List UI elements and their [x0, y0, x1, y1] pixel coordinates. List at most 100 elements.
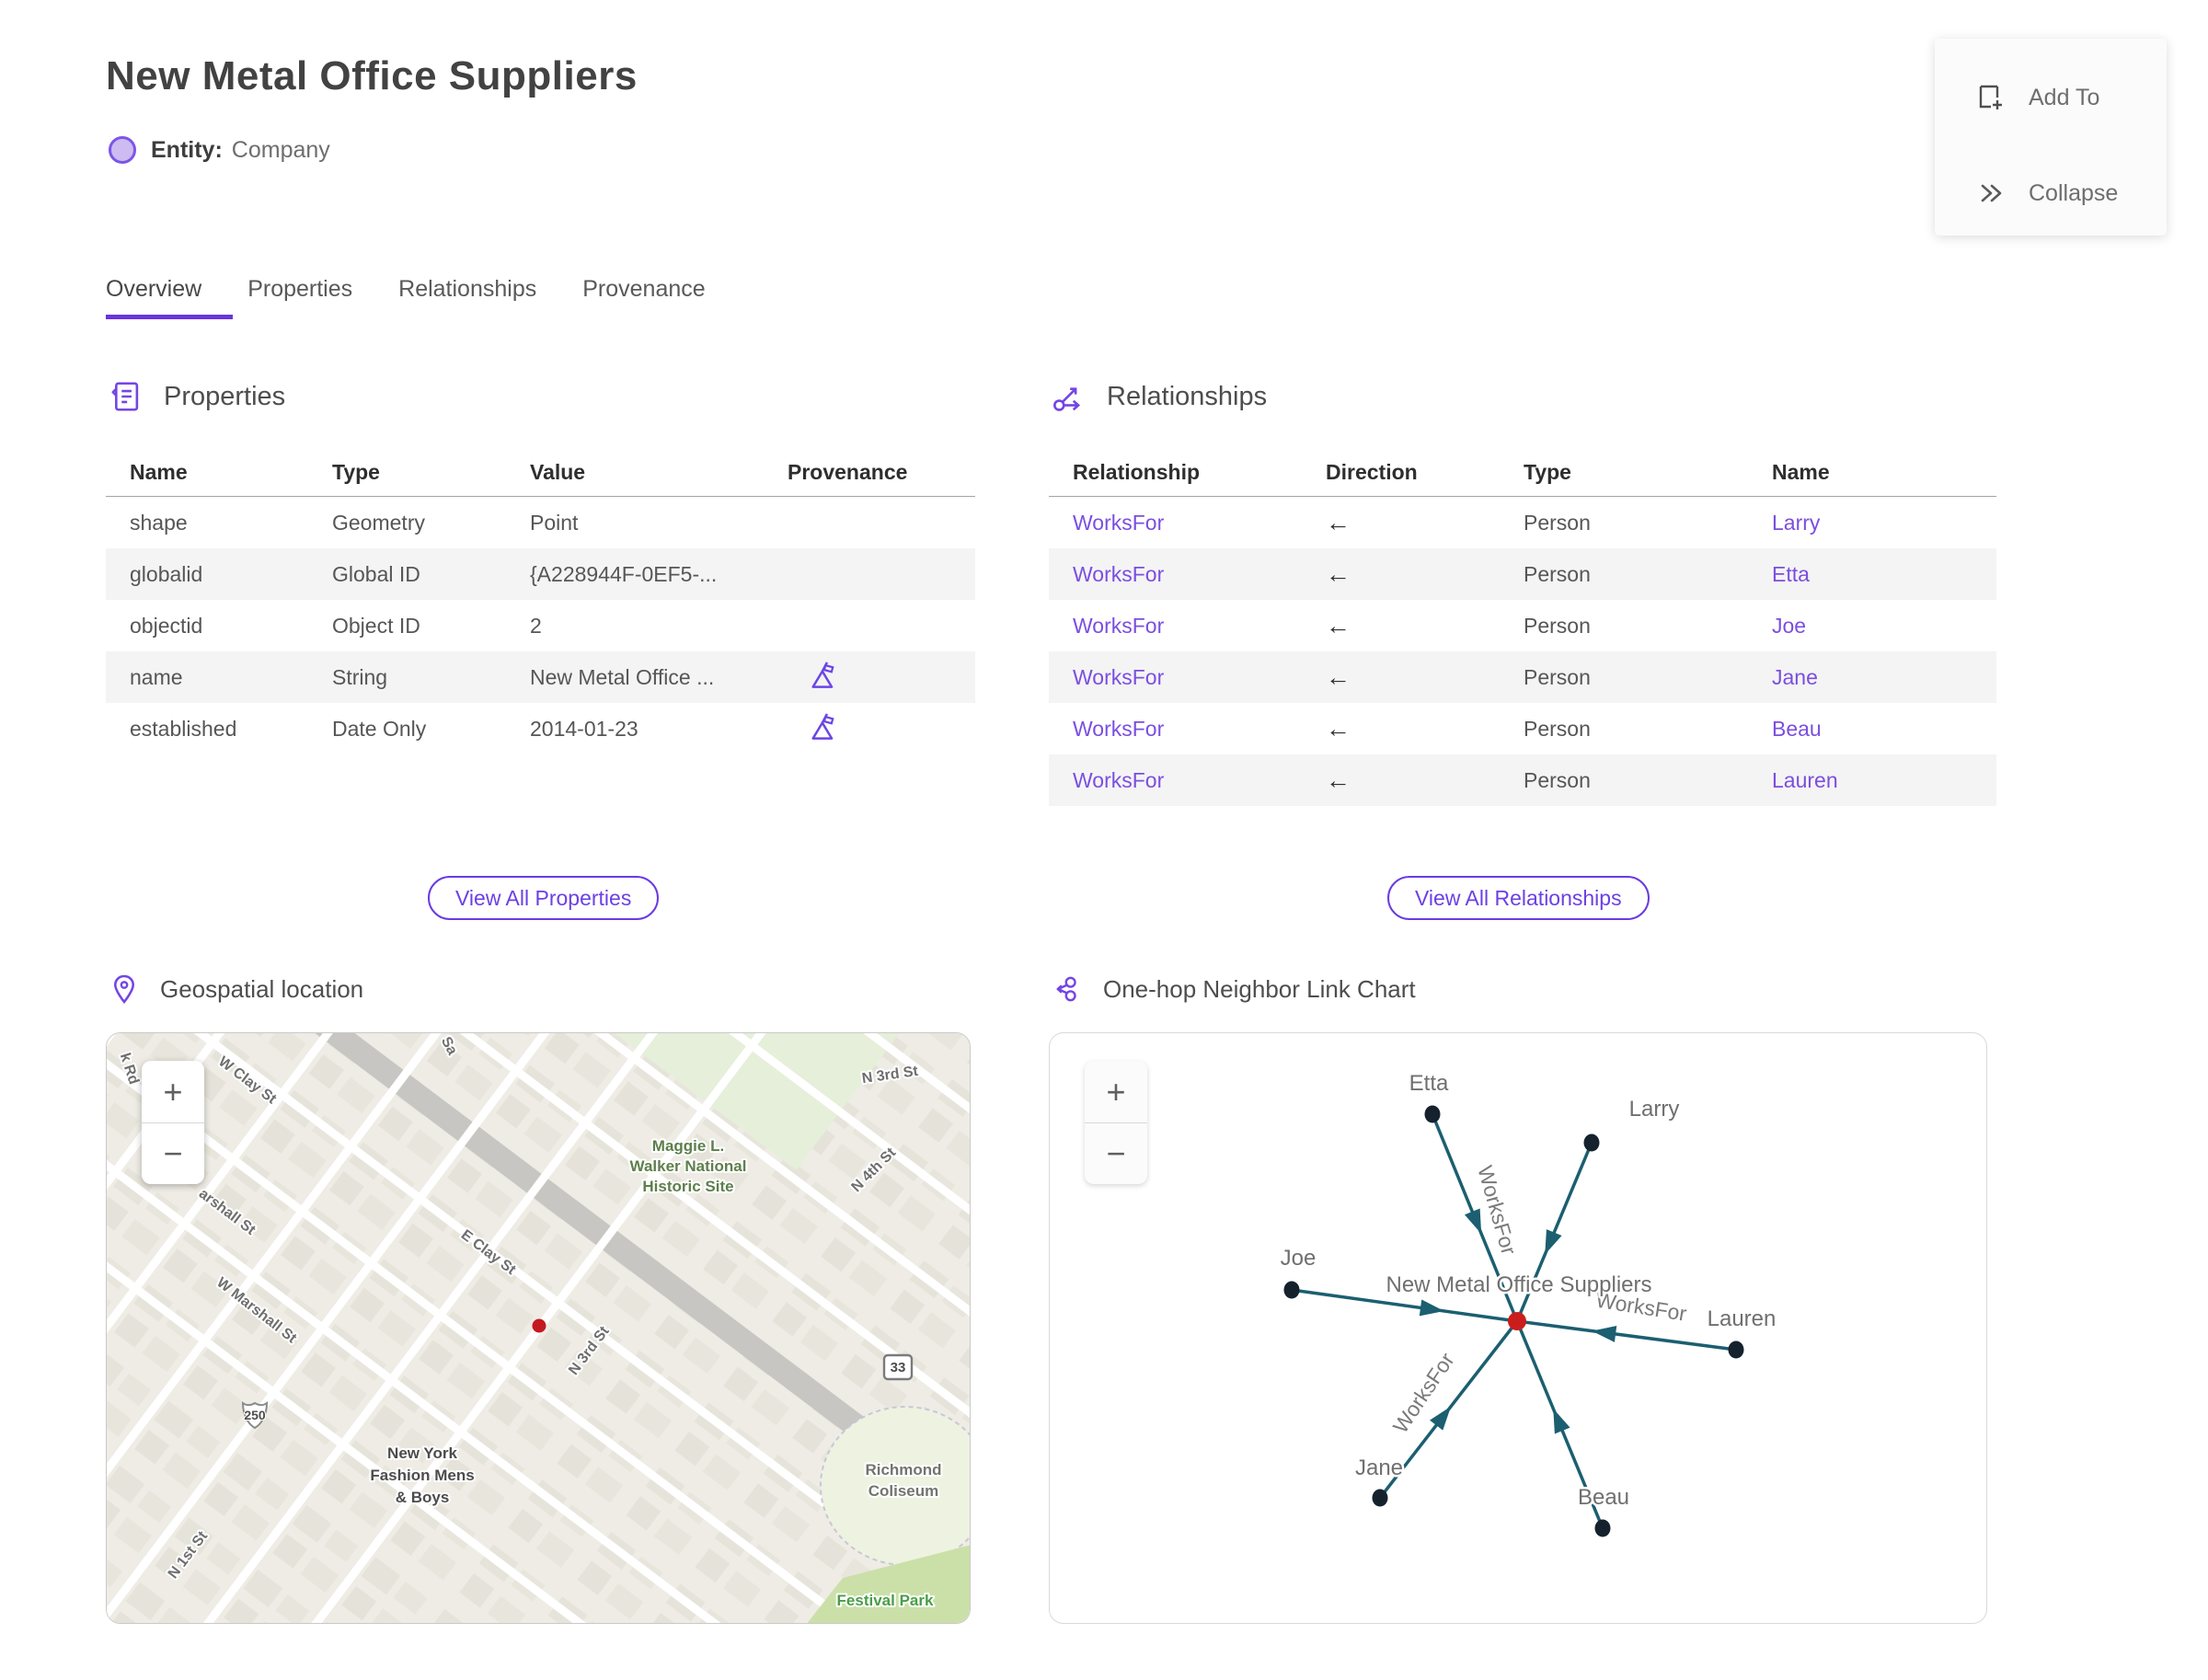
node-label-jane: Jane — [1355, 1456, 1403, 1480]
linkchart-zoom-in-button[interactable]: + — [1085, 1061, 1147, 1122]
property-name: globalid — [130, 561, 203, 586]
direction-arrow: ← — [1326, 508, 1351, 536]
direction-arrow: ← — [1326, 662, 1351, 691]
col-relationship: Relationship — [1073, 460, 1201, 484]
property-value: {A228944F-0EF5-... — [530, 561, 718, 586]
related-entity-link[interactable]: Joe — [1772, 614, 1806, 638]
tab-properties[interactable]: Properties — [247, 276, 352, 319]
svg-text:33: 33 — [891, 1360, 906, 1375]
properties-table-body: shape Geometry Point globalid Global ID {A228… — [106, 497, 975, 754]
chevrons-right-icon — [1981, 184, 2002, 202]
collapse-label: Collapse — [2029, 179, 2119, 206]
node-label-joe: Joe — [1281, 1246, 1317, 1271]
linkchart-panel: WorksFor WorksFor WorksFor Etta Larry Joe Jane… — [1049, 1032, 1987, 1624]
edge-arrowhead — [1545, 1229, 1562, 1255]
col-provenance: Provenance — [788, 460, 908, 484]
related-entity-type: Person — [1524, 561, 1591, 586]
entity-type-value: Company — [231, 136, 330, 163]
relationships-table: Relationship Direction Type Name WorksFo… — [1049, 449, 1996, 806]
tab-overview[interactable]: Overview — [106, 276, 234, 319]
node-etta[interactable] — [1424, 1105, 1441, 1123]
property-type: Geometry — [332, 510, 425, 535]
svg-text:Coliseum: Coliseum — [868, 1482, 939, 1500]
relationships-icon — [1053, 387, 1081, 411]
related-entity-link[interactable]: Beau — [1772, 717, 1822, 741]
geospatial-section-title: Geospatial location — [160, 974, 364, 1003]
relationship-link[interactable]: WorksFor — [1073, 768, 1164, 792]
edge-label: WorksFor — [1473, 1163, 1521, 1258]
node-jane[interactable] — [1372, 1489, 1388, 1507]
relationship-link[interactable]: WorksFor — [1073, 665, 1164, 689]
related-entity-link[interactable]: Jane — [1772, 665, 1818, 689]
property-provenance — [764, 659, 975, 696]
properties-section-title: Properties — [164, 381, 286, 411]
related-entity-type: Person — [1524, 767, 1591, 792]
related-entity-link[interactable]: Lauren — [1772, 768, 1838, 792]
relationship-row: WorksFor ← Person Lauren — [1049, 754, 1996, 806]
direction-arrow: ← — [1326, 611, 1351, 639]
property-value: New Metal Office ... — [530, 664, 715, 689]
relationships-section-header: Relationships — [1052, 379, 1267, 414]
provenance-flag-icon[interactable] — [810, 710, 837, 742]
provenance-flag-icon[interactable] — [810, 659, 837, 690]
properties-table-header: Name Type Value Provenance — [106, 449, 975, 497]
route-shield-33: 33 — [882, 1353, 914, 1381]
relationship-link[interactable]: WorksFor — [1073, 717, 1164, 741]
node-label-larry: Larry — [1629, 1097, 1680, 1122]
entity-detail-page: New Metal Office Suppliers Entity: Compa… — [0, 0, 2208, 1680]
related-entity-link[interactable]: Etta — [1772, 562, 1810, 586]
map-panel: 250 33 k Rd W Clay St Sa arshall St W Ma… — [106, 1032, 971, 1624]
map-zoom-out-button[interactable]: − — [142, 1122, 204, 1184]
linkchart-zoom-out-button[interactable]: − — [1085, 1122, 1147, 1184]
actions-card: Add To Collapse — [1935, 39, 2167, 236]
page-title: New Metal Office Suppliers — [106, 53, 638, 98]
property-name: name — [130, 664, 183, 689]
tab-relationships[interactable]: Relationships — [398, 276, 536, 319]
col-type: Type — [332, 460, 380, 484]
edge-lauren[interactable] — [1516, 1319, 1737, 1352]
property-type: Global ID — [332, 561, 420, 586]
node-label-lauren: Lauren — [1708, 1306, 1777, 1331]
view-all-properties-button[interactable]: View All Properties — [428, 876, 660, 920]
relationships-table-header: Relationship Direction Type Name — [1049, 449, 1996, 497]
relationship-link[interactable]: WorksFor — [1073, 562, 1164, 586]
property-type: Object ID — [332, 613, 420, 638]
tab-provenance[interactable]: Provenance — [582, 276, 705, 319]
entity-label: Entity: — [151, 136, 223, 163]
relationships-section-title: Relationships — [1107, 381, 1268, 411]
node-lauren[interactable] — [1728, 1341, 1744, 1359]
relationship-link[interactable]: WorksFor — [1073, 614, 1164, 638]
svg-text:Richmond: Richmond — [865, 1461, 941, 1479]
node-label-etta: Etta — [1409, 1071, 1449, 1096]
properties-section-header: Properties — [109, 379, 285, 414]
property-provenance — [764, 710, 975, 747]
node-beau[interactable] — [1594, 1519, 1611, 1537]
entity-location-marker[interactable] — [532, 1318, 546, 1333]
svg-text:Fashion Mens: Fashion Mens — [370, 1467, 474, 1484]
property-name: established — [130, 716, 237, 741]
node-center-entity[interactable] — [1508, 1312, 1526, 1330]
related-entity-type: Person — [1524, 510, 1591, 535]
map-zoom-in-button[interactable]: + — [142, 1061, 204, 1122]
linkchart-section-header: One-hop Neighbor Link Chart — [1052, 973, 1416, 1005]
relationship-row: WorksFor ← Person Joe — [1049, 600, 1996, 651]
relationship-row: WorksFor ← Person Larry — [1049, 497, 1996, 548]
property-value: 2014-01-23 — [530, 716, 638, 741]
svg-text:250: 250 — [244, 1408, 266, 1422]
node-larry[interactable] — [1583, 1133, 1600, 1152]
add-to-button[interactable]: Add To — [1973, 72, 2167, 123]
relationship-link[interactable]: WorksFor — [1073, 511, 1164, 535]
property-type: String — [332, 664, 388, 689]
linkchart-canvas[interactable]: WorksForWorksForWorksForEttaLarryJoeJane… — [1050, 1033, 1987, 1624]
related-entity-link[interactable]: Larry — [1772, 511, 1820, 535]
collapse-button[interactable]: Collapse — [1973, 167, 2167, 219]
svg-text:Walker National: Walker National — [630, 1157, 747, 1175]
direction-arrow: ← — [1326, 765, 1351, 794]
relationship-row: WorksFor ← Person Jane — [1049, 651, 1996, 703]
node-label-beau: Beau — [1578, 1485, 1629, 1510]
related-entity-type: Person — [1524, 613, 1591, 638]
svg-text:Historic Site: Historic Site — [642, 1178, 733, 1195]
map-canvas[interactable]: 250 33 k Rd W Clay St Sa arshall St W Ma… — [107, 1033, 971, 1624]
view-all-relationships-button[interactable]: View All Relationships — [1387, 876, 1650, 920]
node-joe[interactable] — [1283, 1281, 1300, 1299]
